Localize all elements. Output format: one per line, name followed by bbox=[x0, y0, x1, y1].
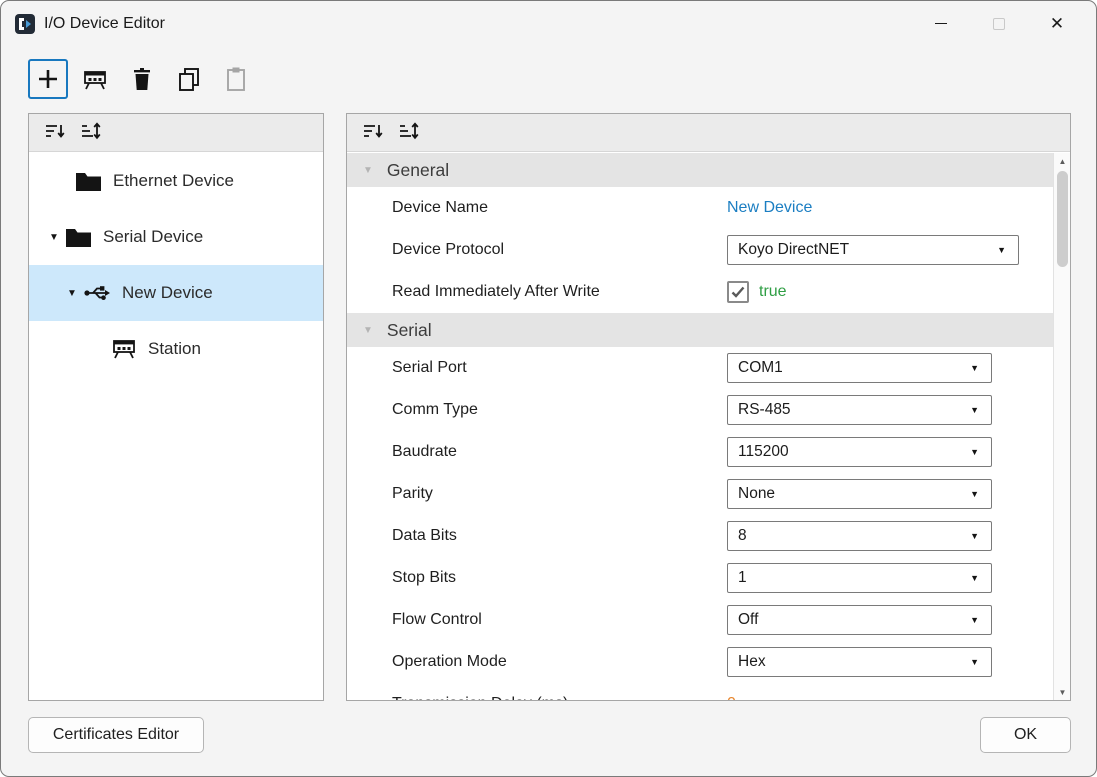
minimize-icon bbox=[935, 23, 947, 24]
folder-icon bbox=[65, 227, 92, 248]
tree-item-new-device[interactable]: ▼ New Device bbox=[29, 265, 323, 321]
chevron-down-icon: ▼ bbox=[997, 245, 1006, 255]
prop-row-operation-mode: Operation Mode Hex ▼ bbox=[347, 641, 1053, 683]
copy-icon bbox=[176, 66, 202, 92]
prop-row-read-after-write: Read Immediately After Write true bbox=[347, 271, 1053, 313]
chevron-down-icon: ▼ bbox=[970, 363, 979, 373]
chevron-down-icon: ▼ bbox=[970, 615, 979, 625]
scroll-down-icon[interactable]: ▼ bbox=[1054, 684, 1071, 700]
tree-item-label: Serial Device bbox=[103, 227, 204, 246]
chevron-down-icon: ▼ bbox=[970, 573, 979, 583]
parity-dropdown[interactable]: None ▼ bbox=[727, 479, 992, 509]
window-controls: ✕ bbox=[912, 1, 1086, 46]
device-tree-panel: Ethernet Device ▼ Serial Device ▼ New De… bbox=[28, 113, 324, 701]
prop-row-serial-port: Serial Port COM1 ▼ bbox=[347, 347, 1053, 389]
boolean-true-value: true bbox=[759, 283, 787, 300]
plus-icon bbox=[35, 66, 61, 92]
chevron-down-icon: ▼ bbox=[970, 447, 979, 457]
flow-control-dropdown[interactable]: Off ▼ bbox=[727, 605, 992, 635]
prop-row-device-protocol: Device Protocol Koyo DirectNET ▼ bbox=[347, 229, 1053, 271]
prop-row-transmission-delay: Transmission Delay (ms) 0 bbox=[347, 683, 1053, 700]
stop-bits-dropdown[interactable]: 1 ▼ bbox=[727, 563, 992, 593]
prop-row-baudrate: Baudrate 115200 ▼ bbox=[347, 431, 1053, 473]
section-serial[interactable]: ▼ Serial bbox=[347, 313, 1053, 347]
tree-item-serial-device[interactable]: ▼ Serial Device bbox=[29, 209, 323, 265]
tree-panel-header bbox=[29, 114, 323, 152]
certificates-editor-button[interactable]: Certificates Editor bbox=[28, 717, 204, 753]
device-name-value[interactable]: New Device bbox=[727, 199, 812, 217]
sort-ascending-button[interactable] bbox=[39, 118, 69, 148]
add-station-button[interactable] bbox=[75, 59, 115, 99]
sort-descending-button[interactable] bbox=[75, 118, 105, 148]
minimize-button[interactable] bbox=[912, 4, 970, 44]
sort-ascending-button[interactable] bbox=[357, 118, 387, 148]
tree-item-label: Ethernet Device bbox=[113, 171, 234, 190]
chevron-down-icon: ▼ bbox=[970, 657, 979, 667]
data-bits-dropdown[interactable]: 8 ▼ bbox=[727, 521, 992, 551]
scrollbar-thumb[interactable] bbox=[1057, 171, 1068, 267]
tree-item-ethernet-device[interactable]: Ethernet Device bbox=[29, 153, 323, 209]
app-icon bbox=[15, 13, 35, 34]
section-general[interactable]: ▼ General bbox=[347, 153, 1053, 187]
properties-panel-header bbox=[347, 114, 1070, 152]
sort-ascending-icon bbox=[361, 121, 383, 144]
serial-port-dropdown[interactable]: COM1 ▼ bbox=[727, 353, 992, 383]
read-after-write-checkbox[interactable] bbox=[727, 281, 749, 303]
device-protocol-dropdown[interactable]: Koyo DirectNET ▼ bbox=[727, 235, 1019, 265]
station-icon bbox=[111, 337, 137, 361]
close-icon: ✕ bbox=[1049, 14, 1065, 33]
ok-button[interactable]: OK bbox=[980, 717, 1071, 753]
baudrate-dropdown[interactable]: 115200 ▼ bbox=[727, 437, 992, 467]
station-icon bbox=[81, 66, 109, 92]
paste-button[interactable] bbox=[216, 59, 256, 99]
scroll-up-icon[interactable]: ▲ bbox=[1054, 153, 1071, 169]
io-device-editor-window: I/O Device Editor ✕ Ethernet Device ▼ Se… bbox=[0, 0, 1097, 777]
copy-button[interactable] bbox=[169, 59, 209, 99]
properties-viewport: ▼ General Device Name New Device Device … bbox=[347, 153, 1053, 700]
toolbar bbox=[28, 56, 256, 102]
operation-mode-dropdown[interactable]: Hex ▼ bbox=[727, 647, 992, 677]
delete-button[interactable] bbox=[122, 59, 162, 99]
chevron-down-icon: ▼ bbox=[970, 531, 979, 541]
prop-row-stop-bits: Stop Bits 1 ▼ bbox=[347, 557, 1053, 599]
chevron-down-icon: ▼ bbox=[363, 324, 373, 336]
transmission-delay-value[interactable]: 0 bbox=[727, 695, 736, 700]
tree-item-label: Station bbox=[148, 339, 201, 358]
tree-item-station[interactable]: Station bbox=[29, 321, 323, 377]
tree-item-label: New Device bbox=[122, 283, 213, 302]
properties-panel: ▼ General Device Name New Device Device … bbox=[346, 113, 1071, 701]
prop-row-comm-type: Comm Type RS-485 ▼ bbox=[347, 389, 1053, 431]
prop-row-parity: Parity None ▼ bbox=[347, 473, 1053, 515]
prop-row-data-bits: Data Bits 8 ▼ bbox=[347, 515, 1053, 557]
window-title: I/O Device Editor bbox=[44, 14, 165, 32]
chevron-down-icon[interactable]: ▼ bbox=[43, 232, 65, 243]
chevron-down-icon: ▼ bbox=[970, 405, 979, 415]
sort-descending-icon bbox=[79, 121, 101, 144]
prop-row-flow-control: Flow Control Off ▼ bbox=[347, 599, 1053, 641]
sort-ascending-icon bbox=[43, 121, 65, 144]
usb-device-icon bbox=[83, 282, 111, 304]
titlebar: I/O Device Editor ✕ bbox=[1, 1, 1096, 46]
comm-type-dropdown[interactable]: RS-485 ▼ bbox=[727, 395, 992, 425]
trash-icon bbox=[130, 66, 154, 92]
sort-descending-button[interactable] bbox=[393, 118, 423, 148]
chevron-down-icon: ▼ bbox=[970, 489, 979, 499]
prop-row-device-name: Device Name New Device bbox=[392, 199, 813, 217]
chevron-down-icon: ▼ bbox=[363, 164, 373, 176]
maximize-button[interactable] bbox=[970, 4, 1028, 44]
paste-icon bbox=[224, 66, 248, 92]
chevron-down-icon[interactable]: ▼ bbox=[61, 288, 83, 299]
vertical-scrollbar[interactable]: ▲ ▼ bbox=[1053, 153, 1070, 700]
folder-icon bbox=[75, 171, 102, 192]
close-button[interactable]: ✕ bbox=[1028, 4, 1086, 44]
maximize-icon bbox=[993, 17, 1005, 30]
add-device-button[interactable] bbox=[28, 59, 68, 99]
check-icon bbox=[731, 286, 745, 298]
sort-descending-icon bbox=[397, 121, 419, 144]
device-tree: Ethernet Device ▼ Serial Device ▼ New De… bbox=[29, 153, 323, 700]
